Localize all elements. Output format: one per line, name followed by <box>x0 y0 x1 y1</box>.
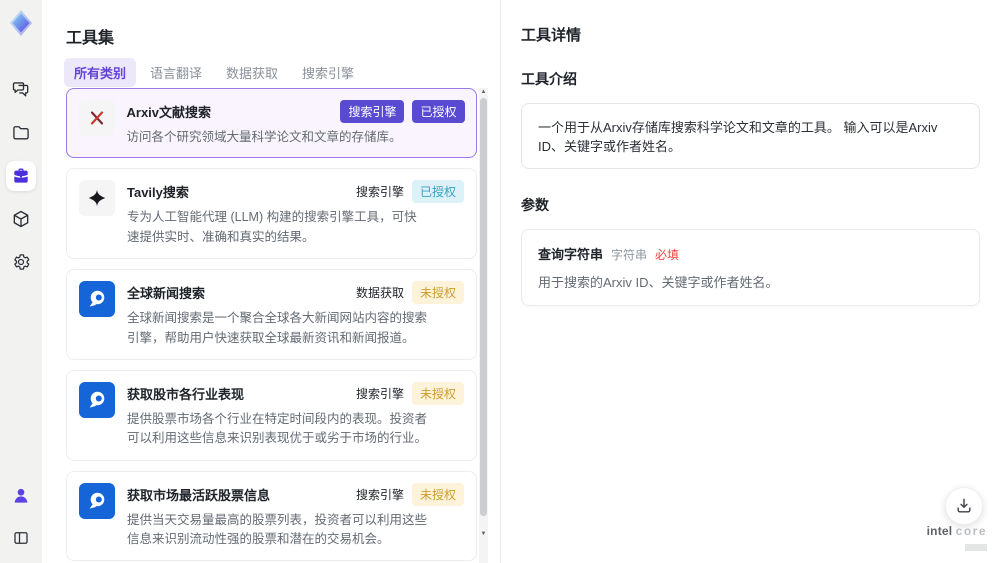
tool-description: 访问各个研究领域大量科学论文和文章的存储库。 <box>126 129 402 144</box>
parameter-name: 查询字符串 <box>538 247 604 262</box>
panel-icon <box>12 529 30 547</box>
cube-icon <box>11 209 31 229</box>
sidebar-bottom <box>6 481 36 553</box>
tool-name: 全球新闻搜索 <box>127 286 206 302</box>
tool-name: Arxiv文献搜索 <box>126 104 212 120</box>
scroll-down-icon[interactable]: ▼ <box>479 530 488 538</box>
tool-category-badge: 搜索引擎 <box>340 99 405 123</box>
download-icon <box>954 496 974 516</box>
app-window: 工具集 所有类别 语言翻译 数据获取 搜索引擎 Arxiv文献搜索 搜索引擎 已授权 访问各… <box>0 0 1000 563</box>
scrollbar-thumb[interactable] <box>480 98 487 516</box>
sidebar-nav <box>6 75 36 277</box>
tool-card[interactable]: Arxiv文献搜索 搜索引擎 已授权 访问各个研究领域大量科学论文和文章的存储库。 <box>66 88 477 159</box>
parameter-type: 字符串 <box>611 248 648 262</box>
tool-auth-badge: 未授权 <box>411 381 464 405</box>
chat-icon <box>11 80 31 100</box>
tool-category-badge: 搜索引擎 <box>355 185 404 200</box>
tab-search-engine[interactable]: 搜索引擎 <box>292 58 364 87</box>
tool-intro-box: 一个用于从Arxiv存储库搜索科学论文和文章的工具。 输入可以是Arxiv ID… <box>521 103 980 169</box>
sidebar-item-collapse[interactable] <box>6 523 36 553</box>
tool-category-badge: 数据获取 <box>355 286 404 301</box>
list-scrollbar[interactable]: ▲ ▼ <box>479 88 488 563</box>
tool-auth-badge: 未授权 <box>411 482 464 506</box>
sparkle-icon <box>79 180 115 217</box>
tool-list-panel: 工具集 所有类别 语言翻译 数据获取 搜索引擎 Arxiv文献搜索 搜索引擎 已授权 访问各… <box>42 0 500 563</box>
folder-icon <box>11 123 31 143</box>
params-section-title: 参数 <box>521 197 549 213</box>
tool-description: 提供股票市场各个行业在特定时间段内的表现。投资者可以利用这些信息来识别表现优于或… <box>127 411 428 446</box>
tool-list: Arxiv文献搜索 搜索引擎 已授权 访问各个研究领域大量科学论文和文章的存储库。 Ta… <box>66 88 477 563</box>
tool-category-badge: 搜索引擎 <box>355 386 404 401</box>
sidebar-item-chat[interactable] <box>6 75 36 105</box>
juhe-data-icon <box>79 281 115 318</box>
tool-name: 获取股市各行业表现 <box>127 386 245 402</box>
tool-name: Tavily搜索 <box>127 185 189 201</box>
tool-card[interactable]: 获取市场最活跃股票信息 搜索引擎 未授权提供当天交易量最高的股票列表，投资者可以利用… <box>66 470 477 562</box>
juhe-data-icon <box>79 381 115 418</box>
gem-logo-icon <box>7 9 35 37</box>
user-icon <box>11 486 31 506</box>
parameter-card: 查询字符串 字符串 必填 用于搜索的Arxiv ID、关键字或作者姓名。 <box>521 229 980 306</box>
tool-category-badge: 搜索引擎 <box>355 487 404 502</box>
category-tabs: 所有类别 语言翻译 数据获取 搜索引擎 <box>64 58 364 87</box>
tool-card[interactable]: 全球新闻搜索 数据获取 未授权全球新闻搜索是一个聚合全球各大新闻网站内容的搜索引擎，… <box>66 269 477 360</box>
intel-core-logo: intel core <box>927 523 987 555</box>
tool-auth-badge: 已授权 <box>411 180 464 204</box>
tool-auth-badge: 未授权 <box>411 281 464 305</box>
tool-intro-text: 一个用于从Arxiv存储库搜索科学论文和文章的工具。 输入可以是Arxiv ID… <box>538 120 938 154</box>
tool-description: 专为人工智能代理 (LLM) 构建的搜索引擎工具，可快速提供实时、准确和真实的结… <box>127 210 417 244</box>
tool-auth-badge: 已授权 <box>412 99 465 123</box>
juhe-data-icon <box>79 482 115 519</box>
tab-language-translation[interactable]: 语言翻译 <box>140 58 212 87</box>
sidebar <box>0 0 42 563</box>
arxiv-x-icon <box>78 99 115 136</box>
tool-card[interactable]: Tavily搜索 搜索引擎 已授权专为人工智能代理 (LLM) 构建的搜索引擎工具，… <box>66 168 477 260</box>
sidebar-item-user[interactable] <box>6 481 36 511</box>
download-button[interactable] <box>945 487 983 525</box>
tool-name: 获取市场最活跃股票信息 <box>127 487 271 503</box>
tool-description: 提供当天交易量最高的股票列表，投资者可以利用这些信息来识别流动性强的股票和潜在的… <box>127 512 428 546</box>
intel-logo-bar <box>965 544 987 551</box>
tab-all-categories[interactable]: 所有类别 <box>64 58 137 87</box>
scroll-up-icon[interactable]: ▲ <box>479 88 488 96</box>
tool-card[interactable]: 获取股市各行业表现 搜索引擎 未授权提供股票市场各个行业在特定时间段内的表现。投资者… <box>66 369 477 461</box>
tool-detail-panel: 工具详情 工具介绍 一个用于从Arxiv存储库搜索科学论文和文章的工具。 输入可… <box>500 0 1000 563</box>
tab-data-acquisition[interactable]: 数据获取 <box>216 58 288 87</box>
core-brand-text: core <box>955 524 987 538</box>
parameter-required-badge: 必填 <box>655 248 680 262</box>
sidebar-item-settings[interactable] <box>6 247 36 277</box>
tool-description: 全球新闻搜索是一个聚合全球各大新闻网站内容的搜索引擎，帮助用户快速获取全球最新资… <box>127 311 428 345</box>
page-title: 工具集 <box>66 30 115 47</box>
sidebar-item-models[interactable] <box>6 204 36 234</box>
intro-section-title: 工具介绍 <box>521 71 577 87</box>
sidebar-item-tools[interactable] <box>6 161 36 191</box>
toolbox-icon <box>11 166 31 186</box>
sidebar-item-files[interactable] <box>6 118 36 148</box>
intel-brand-text: intel <box>926 524 953 538</box>
parameter-description: 用于搜索的Arxiv ID、关键字或作者姓名。 <box>538 275 779 290</box>
detail-title: 工具详情 <box>521 27 582 44</box>
gear-icon <box>11 252 31 272</box>
